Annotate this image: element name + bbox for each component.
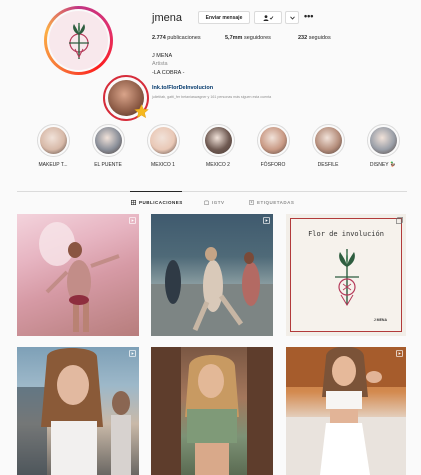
person-check-icon bbox=[263, 14, 273, 21]
star-icon bbox=[134, 104, 149, 119]
highlight-label: DESFILE bbox=[317, 162, 339, 168]
video-icon bbox=[129, 217, 136, 224]
post-thumbnail[interactable] bbox=[17, 214, 139, 336]
post-thumbnail[interactable] bbox=[286, 347, 406, 475]
highlight-label: EL PUENTE bbox=[94, 162, 122, 168]
tab-etiquetadas-label: ETIQUETADAS bbox=[257, 200, 295, 205]
tab-divider bbox=[17, 191, 407, 192]
highlight-6[interactable] bbox=[311, 124, 345, 157]
active-tab-indicator bbox=[130, 191, 182, 192]
highlight-label: DISNEY 🦆 bbox=[369, 162, 397, 168]
posts-count: 2.774 publicaciones bbox=[152, 35, 201, 41]
following-count[interactable]: 232 seguidos bbox=[298, 35, 331, 41]
followers-count[interactable]: 5,7mm seguidores bbox=[225, 35, 271, 41]
highlight-3[interactable] bbox=[146, 124, 180, 157]
tagged-icon bbox=[249, 200, 254, 205]
flor-de-involucion-card[interactable]: Flor de involución J MENA bbox=[290, 218, 402, 332]
followers-count-label: seguidores bbox=[243, 35, 271, 41]
highlight-2[interactable] bbox=[91, 124, 125, 157]
following-button[interactable] bbox=[254, 11, 282, 24]
followed-by-text[interactable]: julietitab, gatti_fer betaniaswagner y 1… bbox=[152, 95, 271, 99]
highlight-cover bbox=[39, 127, 67, 154]
tab-igtv-label: IGTV bbox=[212, 200, 225, 205]
more-dots-icon[interactable]: ••• bbox=[304, 12, 313, 21]
multi-post-icon bbox=[396, 217, 403, 224]
following-count-label: seguidos bbox=[308, 35, 331, 41]
post-thumbnail[interactable] bbox=[151, 214, 273, 336]
profile-username: jmena bbox=[152, 12, 182, 24]
following-count-value: 232 bbox=[298, 35, 308, 41]
flower-emblem-icon bbox=[335, 249, 359, 306]
bio-name: J MENA bbox=[152, 53, 173, 59]
highlight-label: FÓSFORO bbox=[260, 162, 286, 168]
bio-line: -LA COBRA - bbox=[152, 70, 185, 76]
tab-etiquetadas[interactable]: ETIQUETADAS bbox=[249, 200, 294, 205]
highlight-label: MEXICO 2 bbox=[206, 162, 230, 168]
igtv-icon bbox=[204, 200, 209, 205]
flower-logo-icon bbox=[49, 11, 108, 70]
post-thumbnail[interactable] bbox=[151, 347, 273, 475]
card-signature: J MENA bbox=[373, 318, 387, 322]
highlight-label: MAKEUP T... bbox=[38, 162, 68, 168]
highlight-cover bbox=[369, 127, 397, 154]
instagram-profile-page: jmena Enviar mensaje ••• 2.774 publicaci… bbox=[0, 0, 421, 475]
highlight-1[interactable] bbox=[36, 124, 70, 157]
tab-publicaciones[interactable]: PUBLICACIONES bbox=[131, 200, 183, 205]
highlight-cover bbox=[204, 127, 232, 154]
bio-link[interactable]: lnk.to/FlorDeInvolucion bbox=[152, 85, 213, 91]
profile-avatar[interactable] bbox=[44, 6, 113, 75]
posts-count-label: publicaciones bbox=[167, 35, 201, 41]
highlight-cover bbox=[314, 127, 342, 154]
highlight-label: MEXICO 1 bbox=[151, 162, 175, 168]
bio-category: Artista bbox=[152, 61, 168, 67]
video-icon bbox=[129, 350, 136, 357]
video-icon bbox=[263, 217, 270, 224]
chevron-down-icon bbox=[289, 16, 295, 20]
highlight-cover bbox=[259, 127, 287, 154]
card-title: Flor de involución bbox=[308, 230, 384, 238]
highlight-5[interactable] bbox=[256, 124, 290, 157]
highlight-4[interactable] bbox=[201, 124, 235, 157]
video-icon bbox=[396, 350, 403, 357]
send-message-button[interactable]: Enviar mensaje bbox=[198, 11, 250, 24]
posts-count-value: 2.774 bbox=[152, 35, 166, 41]
grid-icon bbox=[131, 200, 136, 205]
highlight-cover bbox=[94, 127, 122, 154]
post-thumbnail[interactable] bbox=[17, 347, 139, 475]
tab-publicaciones-label: PUBLICACIONES bbox=[139, 200, 183, 205]
highlight-7[interactable] bbox=[366, 124, 400, 157]
highlight-cover bbox=[149, 127, 177, 154]
tab-igtv[interactable]: IGTV bbox=[204, 200, 225, 205]
followers-count-value: 5,7mm bbox=[225, 35, 243, 41]
suggestions-dropdown-button[interactable] bbox=[285, 11, 299, 24]
